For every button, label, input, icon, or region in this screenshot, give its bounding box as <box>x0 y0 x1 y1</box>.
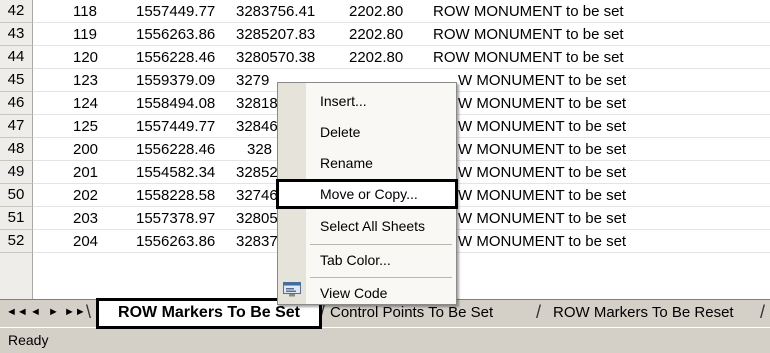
table-row: 43 119 1556263.86 3285207.83 2202.80 ROW… <box>0 23 770 46</box>
menu-item-insert[interactable]: Insert... <box>278 87 456 117</box>
table-row: 42 118 1557449.77 3283756.41 2202.80 ROW… <box>0 0 770 23</box>
last-sheet-button[interactable]: ►► <box>64 306 86 318</box>
cell[interactable]: W MONUMENT to be set <box>458 92 770 115</box>
first-sheet-button[interactable]: ◄◄ <box>6 306 28 318</box>
cell[interactable]: 1557378.97 <box>136 207 226 230</box>
tab-separator: \ <box>86 302 92 322</box>
table-row: 44 120 1556228.46 3280570.38 2202.80 ROW… <box>0 46 770 69</box>
menu-item-delete[interactable]: Delete <box>278 118 456 148</box>
cell[interactable]: W MONUMENT to be set <box>458 69 770 92</box>
tab-separator: / <box>760 302 766 322</box>
row-header[interactable]: 45 <box>0 69 33 92</box>
menu-item-view-code[interactable]: View Code <box>278 279 456 309</box>
row-header[interactable]: 44 <box>0 46 33 69</box>
cell[interactable]: 2202.80 <box>349 0 409 23</box>
cell[interactable]: ROW MONUMENT to be set <box>433 0 763 23</box>
cell[interactable]: 202 <box>73 184 113 207</box>
row-header[interactable]: 43 <box>0 23 33 46</box>
row-header[interactable]: 47 <box>0 115 33 138</box>
cell[interactable]: 125 <box>73 115 113 138</box>
cell[interactable]: 3280570.38 <box>236 46 326 69</box>
cell[interactable]: 1559379.09 <box>136 69 226 92</box>
status-bar: Ready <box>0 327 770 353</box>
menu-item-tab-color[interactable]: Tab Color... <box>278 246 456 276</box>
cell[interactable]: W MONUMENT to be set <box>458 207 770 230</box>
prev-sheet-button[interactable]: ◄ <box>30 306 41 318</box>
tab-row-markers-to-be-reset[interactable]: ROW Markers To Be Reset <box>553 300 734 326</box>
cell[interactable]: 1556263.86 <box>136 230 226 253</box>
cell[interactable]: 1556228.46 <box>136 138 226 161</box>
cell[interactable]: ROW MONUMENT to be set <box>433 46 763 69</box>
cell[interactable]: W MONUMENT to be set <box>458 161 770 184</box>
status-text: Ready <box>8 332 49 348</box>
cell[interactable]: 203 <box>73 207 113 230</box>
cell[interactable]: 124 <box>73 92 113 115</box>
cell[interactable]: 118 <box>73 0 113 23</box>
cell[interactable]: W MONUMENT to be set <box>458 138 770 161</box>
cell[interactable]: W MONUMENT to be set <box>458 184 770 207</box>
menu-item-rename[interactable]: Rename <box>278 149 456 179</box>
cell[interactable]: 123 <box>73 69 113 92</box>
row-header[interactable]: 50 <box>0 184 33 207</box>
cell[interactable]: 200 <box>73 138 113 161</box>
cell[interactable]: W MONUMENT to be set <box>458 115 770 138</box>
menu-item-select-all-sheets[interactable]: Select All Sheets <box>278 212 456 242</box>
row-header[interactable]: 52 <box>0 230 33 253</box>
row-header[interactable]: 46 <box>0 92 33 115</box>
cell[interactable]: 119 <box>73 23 113 46</box>
cell[interactable]: 204 <box>73 230 113 253</box>
cell[interactable]: 1557449.77 <box>136 0 226 23</box>
row-header[interactable]: 42 <box>0 0 33 23</box>
cell[interactable]: 1556263.86 <box>136 23 226 46</box>
cell[interactable]: 2202.80 <box>349 46 409 69</box>
cell[interactable]: 1558228.58 <box>136 184 226 207</box>
row-header[interactable]: 49 <box>0 161 33 184</box>
row-header[interactable]: 48 <box>0 138 33 161</box>
menu-separator <box>310 244 452 245</box>
cell[interactable]: 1554582.34 <box>136 161 226 184</box>
cell[interactable]: 201 <box>73 161 113 184</box>
tab-separator: / <box>536 302 542 322</box>
next-sheet-button[interactable]: ► <box>48 306 59 318</box>
sheet-tab-context-menu: Insert... Delete Rename Move or Copy... … <box>276 82 458 305</box>
menu-separator <box>310 277 452 278</box>
cell[interactable]: 120 <box>73 46 113 69</box>
view-code-icon <box>283 282 301 297</box>
cell[interactable]: ROW MONUMENT to be set <box>433 23 763 46</box>
row-header[interactable]: 51 <box>0 207 33 230</box>
cell[interactable]: 3285207.83 <box>236 23 326 46</box>
cell[interactable]: 1557449.77 <box>136 115 226 138</box>
cell[interactable]: 1558494.08 <box>136 92 226 115</box>
cell[interactable]: 3283756.41 <box>236 0 326 23</box>
cell[interactable]: 2202.80 <box>349 23 409 46</box>
row-header-column <box>0 253 33 299</box>
menu-item-move-or-copy[interactable]: Move or Copy... <box>276 179 458 209</box>
cell[interactable]: W MONUMENT to be set <box>458 230 770 253</box>
cell[interactable]: 1556228.46 <box>136 46 226 69</box>
